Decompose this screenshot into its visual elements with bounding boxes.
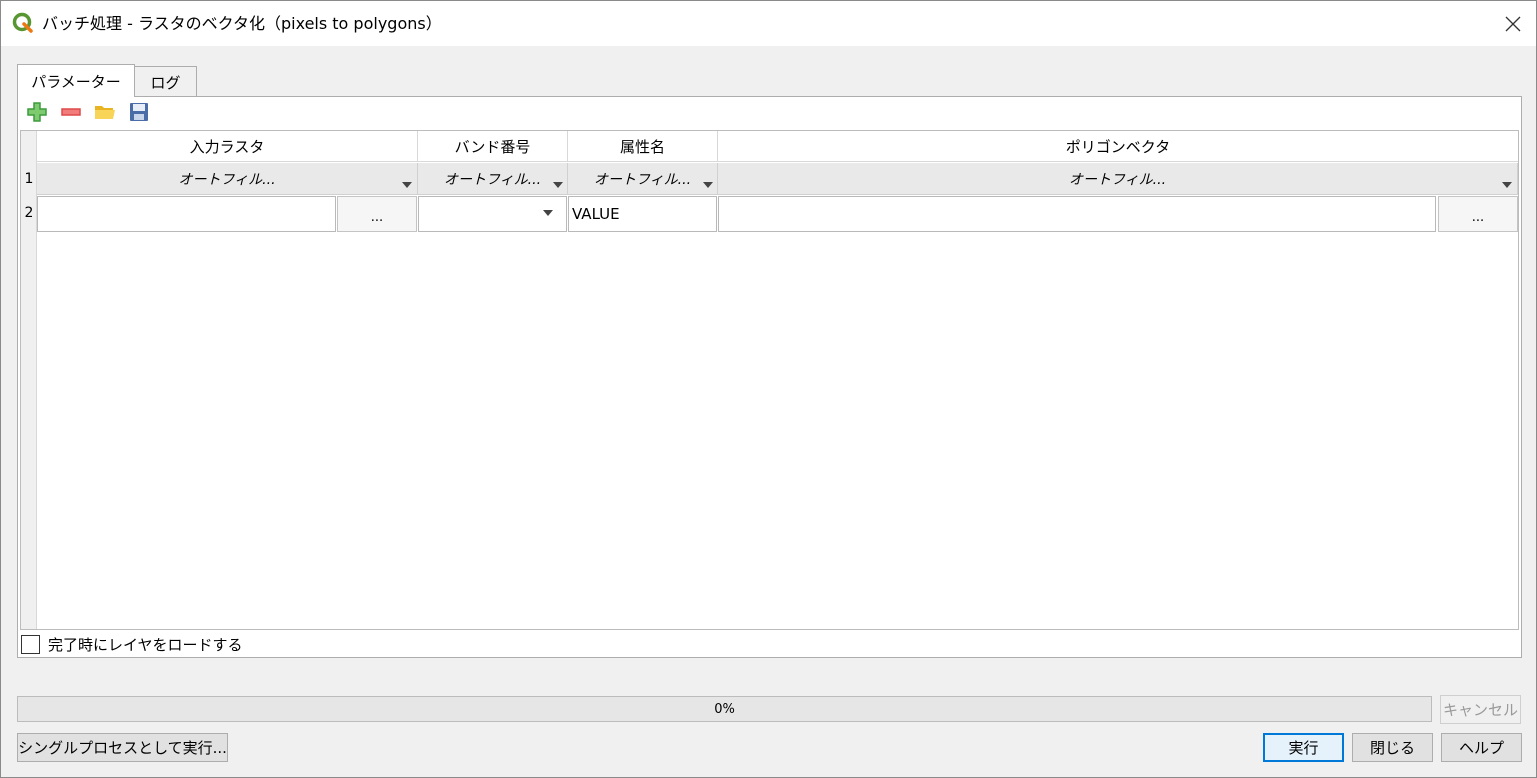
autofill-label: オートフィル... (443, 171, 542, 188)
polygon-vector-output-field[interactable] (718, 196, 1436, 232)
window-title: バッチ処理 - ラスタのベクタ化（pixels to polygons） (42, 14, 442, 33)
progress-text: 0% (714, 701, 735, 717)
batch-processing-dialog: バッチ処理 - ラスタのベクタ化（pixels to polygons） パラメ… (0, 0, 1537, 778)
qgis-logo-icon (12, 12, 34, 34)
autofill-label: オートフィル... (593, 171, 692, 188)
dropdown-arrow-icon (553, 182, 563, 188)
tab-parameters[interactable]: パラメーター (17, 64, 135, 97)
cancel-button[interactable]: キャンセル (1440, 695, 1521, 724)
save-icon[interactable] (128, 101, 150, 123)
autofill-field-name[interactable]: オートフィル... (568, 163, 718, 195)
browse-raster-button[interactable]: ... (337, 196, 417, 232)
band-number-select[interactable] (418, 196, 567, 232)
row-number: 1 (24, 171, 34, 187)
header-polygon-vector[interactable]: ポリゴンベクタ (718, 131, 1518, 162)
dropdown-arrow-icon (703, 182, 713, 188)
row-number: 2 (24, 205, 34, 221)
header-input-raster[interactable]: 入力ラスタ (37, 131, 418, 162)
run-button[interactable]: 実行 (1263, 733, 1344, 762)
autofill-label: オートフィル... (178, 171, 276, 188)
autofill-input-raster[interactable]: オートフィル... (37, 163, 418, 195)
load-layers-checkbox[interactable] (21, 635, 40, 654)
remove-row-icon[interactable] (60, 101, 82, 123)
close-icon[interactable] (1490, 1, 1536, 46)
header-band-number[interactable]: バンド番号 (418, 131, 568, 162)
close-button[interactable]: 閉じる (1352, 733, 1433, 762)
autofill-polygon-vector[interactable]: オートフィル... (718, 163, 1518, 195)
autofill-band-number[interactable]: オートフィル... (418, 163, 568, 195)
browse-output-button[interactable]: ... (1438, 196, 1518, 232)
title-bar: バッチ処理 - ラスタのベクタ化（pixels to polygons） (1, 1, 1536, 46)
header-field-name[interactable]: 属性名 (568, 131, 718, 162)
help-button[interactable]: ヘルプ (1441, 733, 1522, 762)
run-single-process-button[interactable]: シングルプロセスとして実行... (17, 733, 228, 762)
open-folder-icon[interactable] (94, 101, 116, 123)
load-layers-label: 完了時にレイヤをロードする (48, 636, 243, 654)
progress-bar: 0% (17, 696, 1432, 722)
dropdown-arrow-icon (1502, 182, 1512, 188)
dropdown-arrow-icon (543, 210, 553, 216)
dropdown-arrow-icon (402, 182, 412, 188)
autofill-label: オートフィル... (1068, 171, 1167, 188)
input-raster-field[interactable] (37, 196, 336, 232)
add-row-icon[interactable] (26, 101, 48, 123)
tab-log[interactable]: ログ (135, 66, 197, 97)
field-name-input[interactable]: VALUE (568, 196, 717, 232)
